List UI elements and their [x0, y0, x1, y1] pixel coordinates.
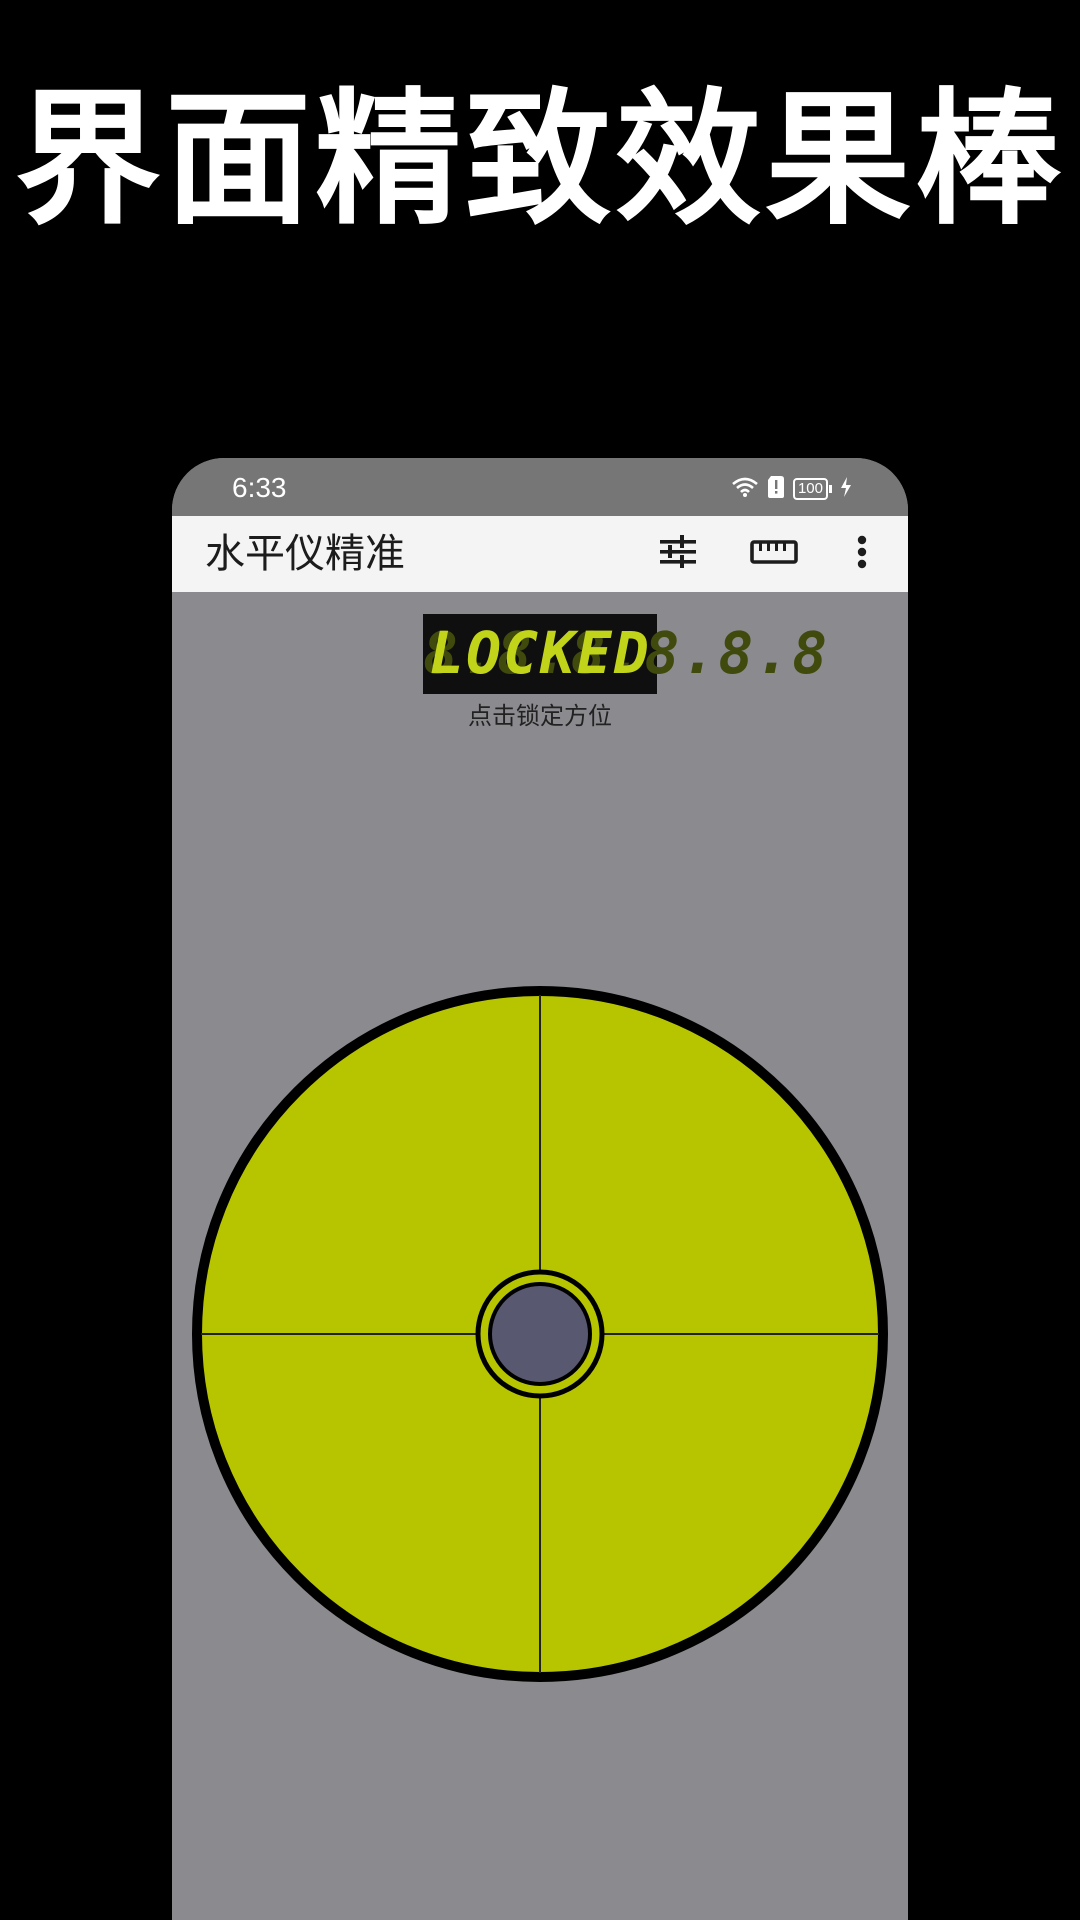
tune-icon	[658, 532, 698, 576]
status-bar: 6:33 100	[172, 458, 908, 516]
lock-hint: 点击锁定方位	[468, 702, 612, 730]
ruler-button[interactable]	[750, 530, 798, 578]
sim-alert-icon	[767, 475, 785, 503]
promo-headline: 界面精致效果棒	[15, 75, 1065, 245]
status-time: 6:33	[232, 472, 287, 503]
level-bubble	[475, 1269, 605, 1399]
settings-button[interactable]	[654, 530, 702, 578]
charging-icon	[840, 476, 852, 502]
status-icons: 100	[731, 474, 852, 504]
wifi-icon	[731, 476, 759, 502]
phone-screen: 6:33 100 水平仪精准 8.8.8.8.8.8 LOCKED 点击锁定方位	[172, 458, 908, 1920]
more-vert-icon	[856, 532, 868, 576]
lock-status-display[interactable]: 8.8.8.8.8.8 LOCKED	[423, 614, 827, 694]
lock-status-text: LOCKED	[429, 619, 651, 687]
ruler-icon	[750, 537, 798, 571]
app-bar: 水平仪精准	[172, 516, 908, 592]
more-options-button[interactable]	[838, 530, 886, 578]
bubble-level	[192, 986, 888, 1682]
battery-icon: 100	[792, 478, 832, 500]
app-title: 水平仪精准	[205, 531, 405, 577]
bubble	[488, 1282, 592, 1386]
battery-level: 100	[792, 478, 828, 500]
